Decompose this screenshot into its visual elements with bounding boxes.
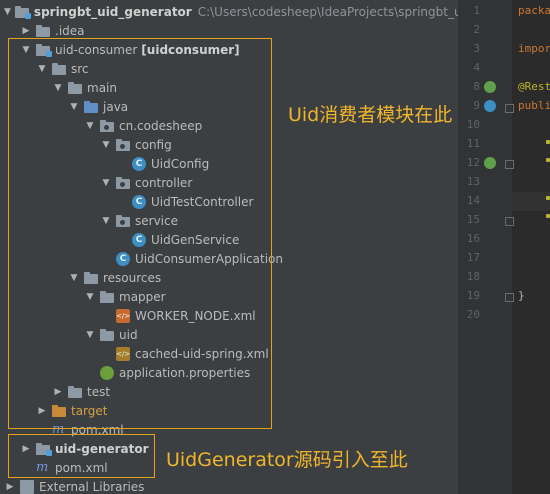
line-number: 14 <box>466 194 480 207</box>
line-number: 16 <box>466 232 480 245</box>
generator-highlight-box <box>8 434 155 478</box>
code-annotation: @Rest <box>518 80 550 93</box>
fold-marker-icon[interactable] <box>505 160 514 169</box>
editor-gutter: 1 2 3 4 8 9 10 11 12 13 14 15 16 17 18 1… <box>458 0 514 494</box>
idea-folder-label: .idea <box>55 23 85 38</box>
line-number: 13 <box>466 175 480 188</box>
line-number: 8 <box>473 80 480 93</box>
folder-icon <box>36 24 50 38</box>
line-number: 15 <box>466 213 480 226</box>
annotation-marker-icon <box>546 158 550 162</box>
current-line-highlight <box>512 192 550 211</box>
line-number: 10 <box>466 118 480 131</box>
code-import-keyword: impor <box>518 42 550 55</box>
code-editor[interactable]: 1 2 3 4 8 9 10 11 12 13 14 15 16 17 18 1… <box>458 0 550 494</box>
line-number: 9 <box>473 99 480 112</box>
collapse-arrow-icon[interactable]: ▶ <box>20 26 32 36</box>
root-project-path: C:\Users\codesheep\IdeaProjects\springbt… <box>197 4 458 19</box>
fold-marker-icon[interactable] <box>505 104 514 113</box>
line-number: 19 <box>466 289 480 302</box>
line-number: 17 <box>466 251 480 264</box>
line-number: 4 <box>473 61 480 74</box>
project-tree-panel: ▼ springbt_uid_generator C:\Users\codesh… <box>0 0 458 494</box>
code-public-keyword: publi <box>518 99 550 112</box>
code-package-keyword: packa <box>518 4 550 17</box>
module-folder-icon <box>14 5 31 19</box>
class-gutter-icon[interactable] <box>484 100 496 112</box>
library-icon <box>20 479 34 494</box>
line-number: 11 <box>466 137 480 150</box>
annotation-marker-icon <box>546 214 550 218</box>
collapse-arrow-icon[interactable]: ▶ <box>4 482 16 492</box>
generator-annotation: UidGenerator源码引入至此 <box>166 449 408 471</box>
external-libraries-label: External Libraries <box>39 479 145 494</box>
line-number: 2 <box>473 23 480 36</box>
line-number: 12 <box>466 156 480 169</box>
line-number: 3 <box>473 42 480 55</box>
consumer-annotation: Uid消费者模块在此 <box>288 104 453 126</box>
spring-bean-gutter-icon[interactable] <box>484 157 496 169</box>
expand-arrow-icon[interactable]: ▼ <box>4 7 11 17</box>
consumer-highlight-box <box>8 38 272 429</box>
annotation-marker-icon <box>546 140 550 144</box>
line-number: 20 <box>466 308 480 321</box>
annotation-marker-icon <box>546 196 550 200</box>
code-closing-brace: } <box>518 289 525 302</box>
line-number: 18 <box>466 270 480 283</box>
tree-row-external-libraries[interactable]: ▶ External Libraries <box>0 477 458 494</box>
root-project-name: springbt_uid_generator <box>33 4 192 19</box>
tree-row-root[interactable]: ▼ springbt_uid_generator C:\Users\codesh… <box>0 2 458 21</box>
fold-marker-icon[interactable] <box>505 217 514 226</box>
spring-bean-gutter-icon[interactable] <box>484 81 496 93</box>
fold-marker-icon[interactable] <box>505 293 514 302</box>
line-number: 1 <box>473 4 480 17</box>
